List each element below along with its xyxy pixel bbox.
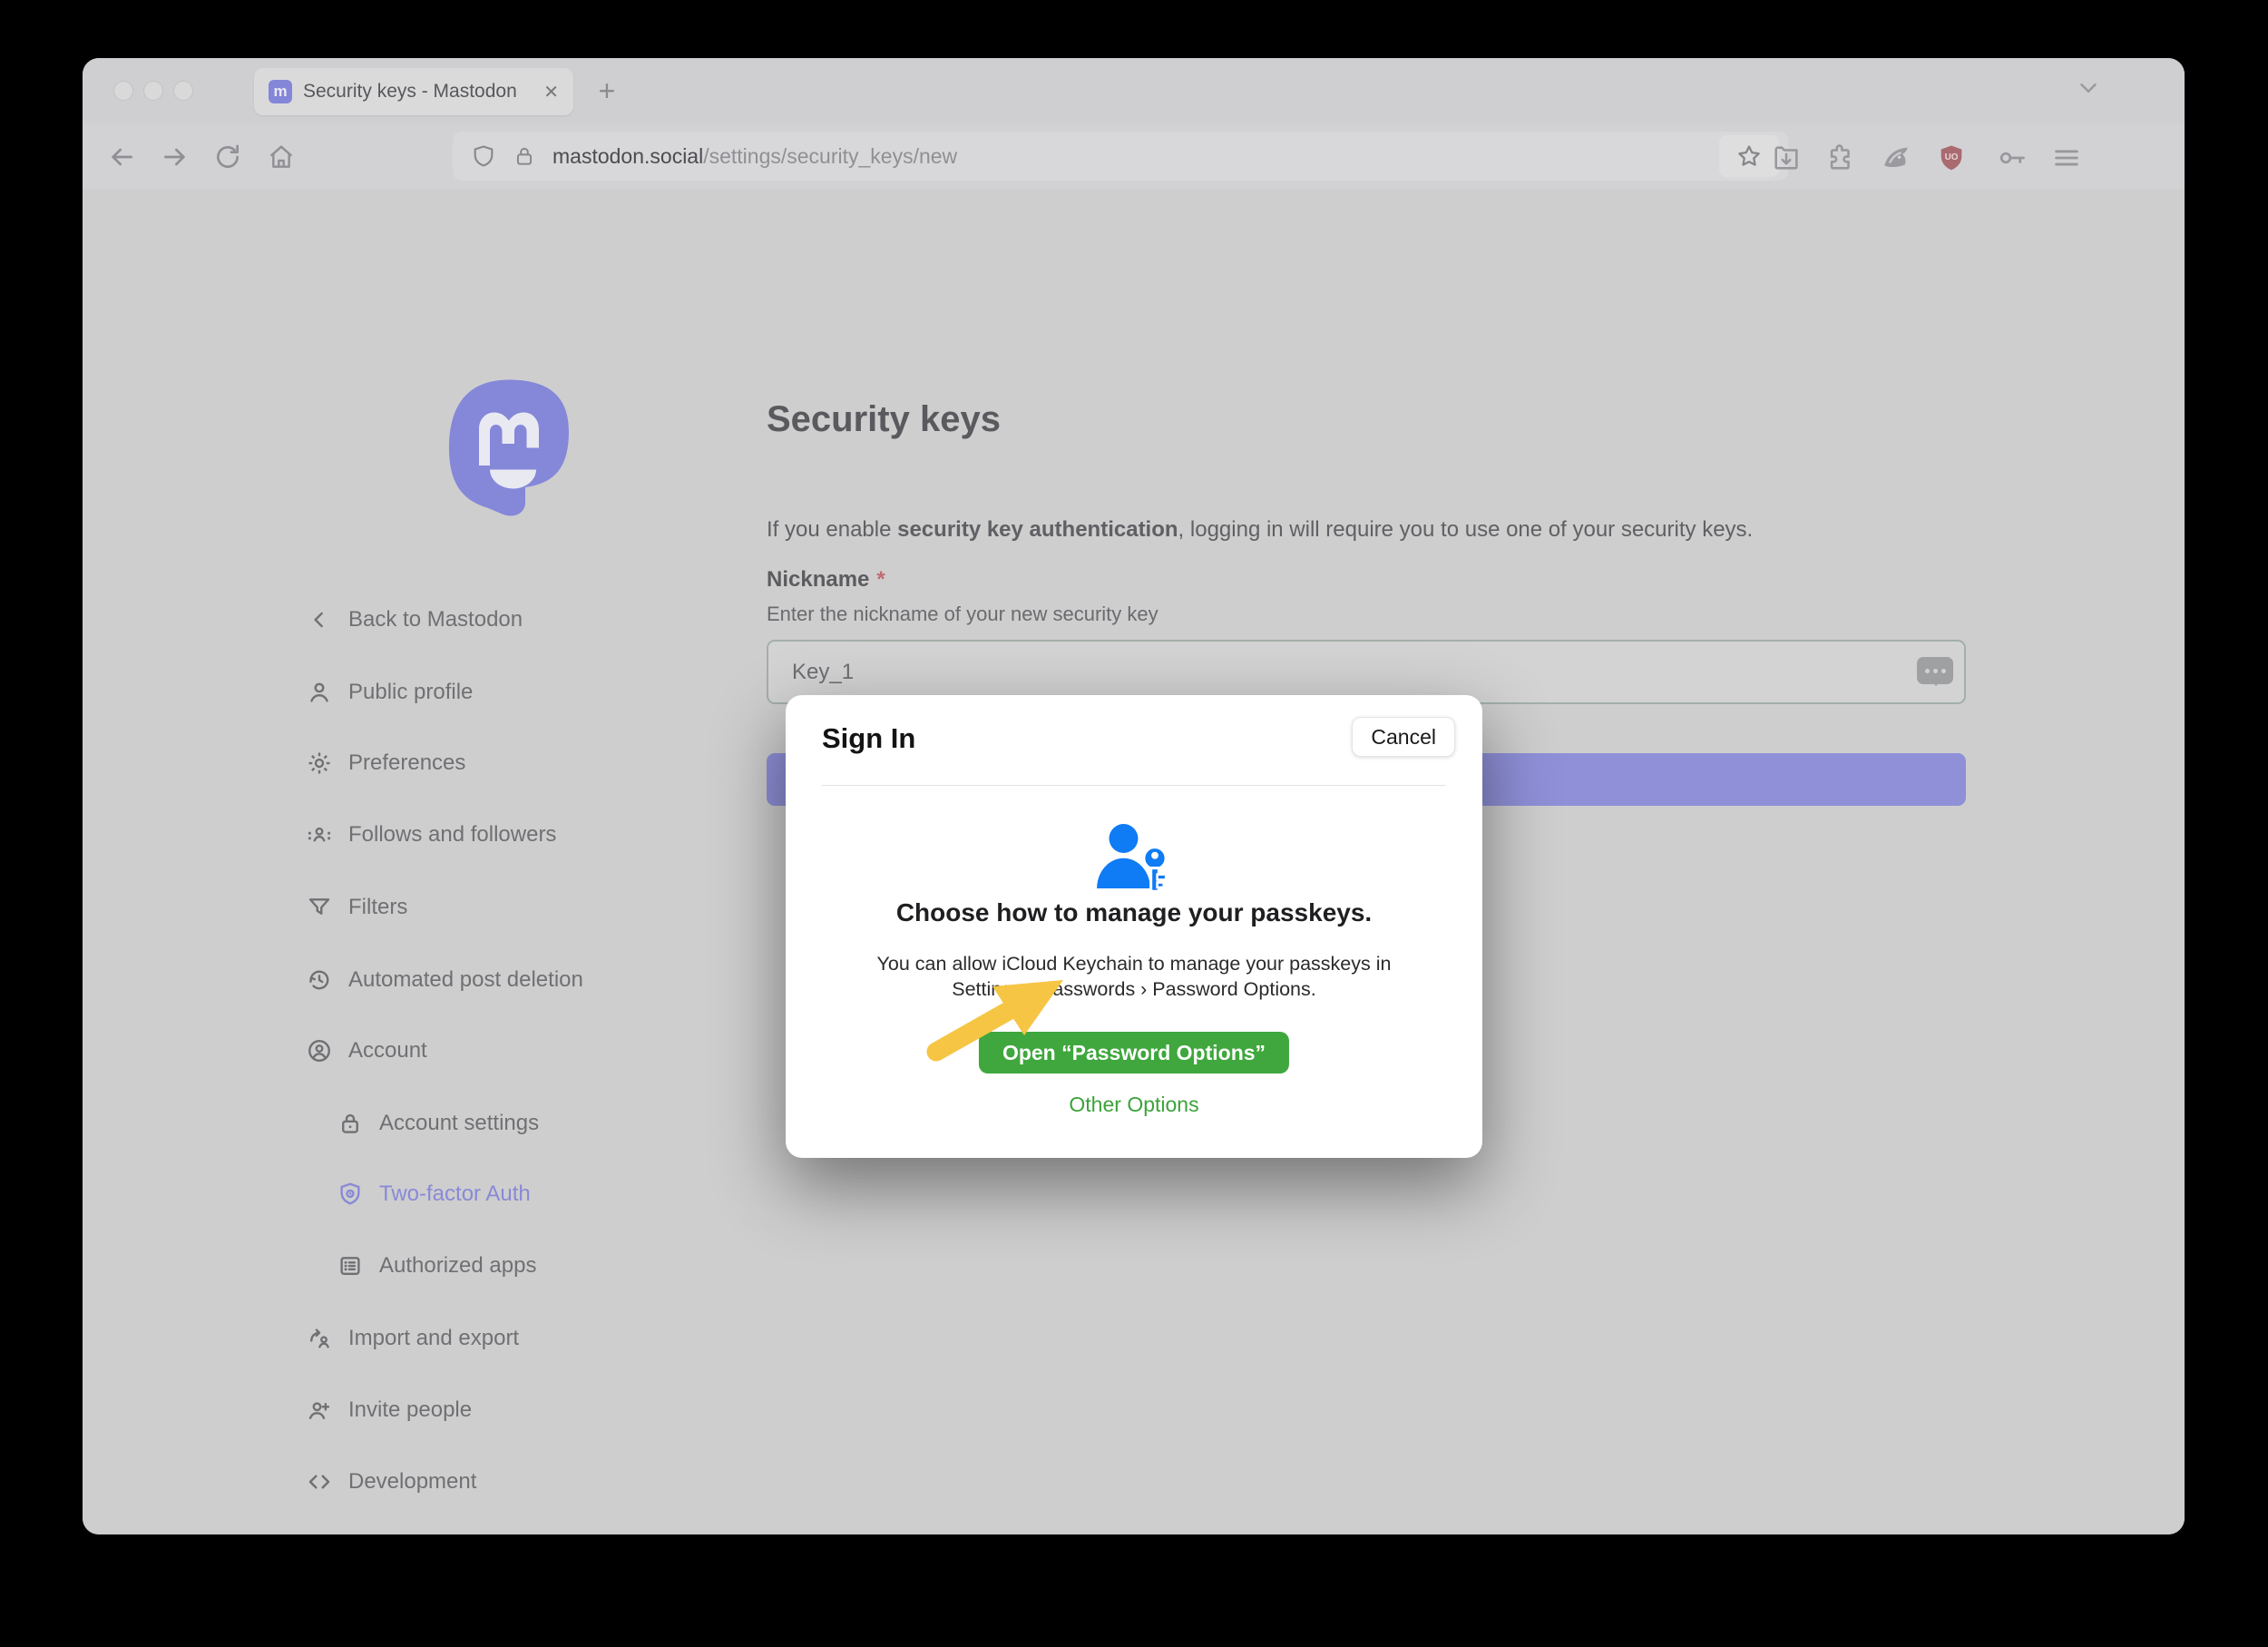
sidebar-item-import-and-export[interactable]: Import and export: [305, 1319, 519, 1358]
required-asterisk: *: [876, 567, 885, 592]
dialog-heading: Choose how to manage your passkeys.: [786, 898, 1482, 927]
funnel-icon: [305, 893, 334, 922]
account-circle-icon: [305, 1036, 334, 1065]
sidebar-item-label: Filters: [348, 895, 407, 920]
browser-window: m Security keys - Mastodon ✕ +: [83, 58, 2185, 1534]
sidebar-item-label: Follows and followers: [348, 822, 556, 848]
import-export-icon: [305, 1324, 334, 1353]
sidebar-item-label: Invite people: [348, 1397, 472, 1423]
person-plus-icon: [305, 1396, 334, 1425]
forward-icon[interactable]: [158, 140, 192, 174]
url-path: /settings/security_keys/new: [703, 144, 957, 168]
traffic-zoom-button[interactable]: [173, 81, 193, 101]
lock-icon[interactable]: [513, 144, 536, 168]
sidebar-item-label: Development: [348, 1469, 476, 1495]
sidebar-item-development[interactable]: Development: [305, 1462, 476, 1502]
list-all-tabs-chevron-icon[interactable]: [2075, 74, 2102, 102]
sidebar-item-authorized-apps[interactable]: Authorized apps: [336, 1246, 536, 1286]
home-icon[interactable]: [264, 140, 298, 174]
sidebar-item-two-factor-auth[interactable]: Two-factor Auth: [336, 1174, 531, 1214]
traffic-minimize-button[interactable]: [143, 81, 163, 101]
person-with-key-icon: [786, 822, 1482, 897]
passkey-sign-in-dialog: Sign In Cancel Choose how to manage yo: [786, 695, 1482, 1158]
page-title: Security keys: [767, 399, 1001, 440]
dialog-body: You can allow iCloud Keychain to manage …: [853, 951, 1415, 1003]
sidebar-item-invite-people[interactable]: Invite people: [305, 1390, 472, 1430]
chevron-left-icon: [305, 605, 334, 634]
nickname-label: Nickname*: [767, 567, 885, 593]
sidebar-item-follows-and-followers[interactable]: Follows and followers: [305, 815, 556, 855]
cancel-button[interactable]: Cancel: [1352, 717, 1455, 757]
mastodon-logo: [441, 377, 577, 522]
password-manager-bubble-icon[interactable]: [1917, 657, 1953, 684]
sidebar-item-filters[interactable]: Filters: [305, 887, 407, 927]
nickname-hint: Enter the nickname of your new security …: [767, 603, 1158, 626]
reload-icon[interactable]: [210, 140, 245, 174]
tab-title: Security keys - Mastodon: [303, 81, 536, 103]
sidebar-item-label: Two-factor Auth: [379, 1181, 531, 1207]
menu-icon[interactable]: [2048, 140, 2085, 176]
sidebar-item-label: Account: [348, 1038, 427, 1064]
code-icon: [305, 1467, 334, 1496]
history-clock-icon: [305, 966, 334, 995]
sidebar-item-label: Public profile: [348, 680, 473, 705]
shield-icon: [336, 1180, 365, 1209]
url-text: mastodon.social/settings/security_keys/n…: [552, 144, 1719, 169]
sidebar-item-label: Automated post deletion: [348, 967, 583, 993]
url-domain: mastodon.social: [552, 144, 703, 168]
mastodon-favicon-icon: m: [269, 80, 292, 103]
sidebar-item-label: Back to Mastodon: [348, 607, 523, 632]
open-password-options-button[interactable]: Open “Password Options”: [979, 1032, 1289, 1073]
dialog-divider: [822, 785, 1446, 786]
passwords-key-icon[interactable]: [1993, 140, 2029, 176]
save-page-icon[interactable]: [1768, 140, 1804, 176]
lock-icon: [336, 1109, 365, 1138]
intro-text: If you enable security key authenticatio…: [767, 517, 1753, 543]
sidebar-item-account[interactable]: Account: [305, 1031, 427, 1071]
tab-strip: m Security keys - Mastodon ✕ +: [83, 58, 2185, 123]
gear-icon: [305, 749, 334, 778]
people-icon: [305, 820, 334, 849]
list-icon: [336, 1251, 365, 1280]
dialog-title: Sign In: [822, 722, 915, 755]
sidebar-item-label: Preferences: [348, 750, 465, 776]
close-tab-icon[interactable]: ✕: [543, 81, 559, 103]
traffic-close-button[interactable]: [113, 81, 133, 101]
new-tab-button[interactable]: +: [587, 71, 627, 111]
privacy-badger-icon[interactable]: [1878, 140, 1914, 176]
sidebar-item-automated-post-deletion[interactable]: Automated post deletion: [305, 960, 583, 1000]
page-content: Back to Mastodon Public profile Preferen…: [83, 189, 2185, 1534]
extensions-puzzle-icon[interactable]: [1823, 140, 1859, 176]
tracking-shield-icon[interactable]: [471, 143, 496, 169]
url-bar[interactable]: mastodon.social/settings/security_keys/n…: [453, 132, 1788, 181]
sidebar-item-public-profile[interactable]: Public profile: [305, 672, 473, 712]
sidebar-item-label: Account settings: [379, 1111, 539, 1136]
sidebar-item-label: Authorized apps: [379, 1253, 536, 1279]
back-icon[interactable]: [104, 140, 139, 174]
sidebar-item-label: Import and export: [348, 1326, 519, 1351]
ublock-icon[interactable]: UO: [1933, 140, 1970, 176]
browser-tab[interactable]: m Security keys - Mastodon ✕: [254, 68, 573, 115]
other-options-link[interactable]: Other Options: [786, 1093, 1482, 1117]
svg-text:UO: UO: [1945, 152, 1959, 162]
person-icon: [305, 678, 334, 707]
navigation-toolbar: mastodon.social/settings/security_keys/n…: [83, 123, 2185, 189]
sidebar-back-to-mastodon[interactable]: Back to Mastodon: [305, 600, 523, 640]
sidebar-item-account-settings[interactable]: Account settings: [336, 1103, 539, 1143]
sidebar-item-preferences[interactable]: Preferences: [305, 743, 465, 783]
